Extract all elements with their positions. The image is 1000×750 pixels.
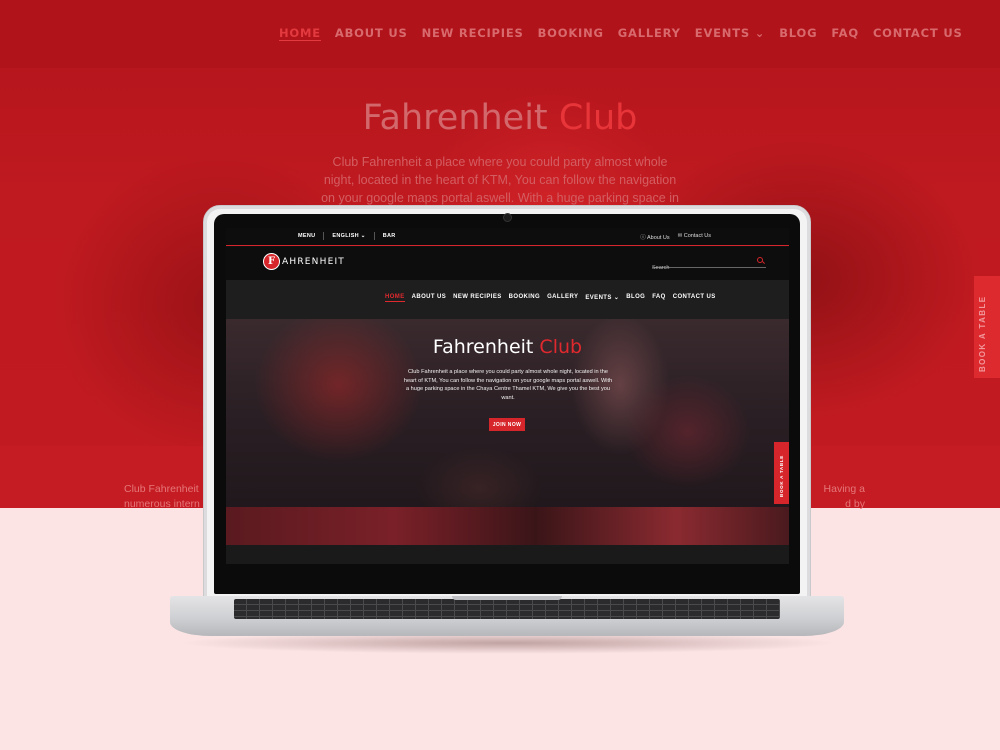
background-text-left: Club Fahrenheit numerous intern [124,483,200,510]
site-logo[interactable]: F AHRENHEIT [263,253,345,270]
book-table-tab[interactable]: BOOK A TABLE [774,442,789,504]
background-menu: HOME ABOUT US NEW RECIPIES BOOKING GALLE… [279,26,963,41]
logo-badge-icon: F [263,253,280,270]
bg-menu-gallery: GALLERY [617,26,681,40]
laptop-screen: MENU ENGLISH ⌄ BAR ⓘ About Us ✉ Contact … [226,228,789,564]
language-dropdown[interactable]: ENGLISH ⌄ [332,233,365,240]
bg-menu-blog: BLOG [779,26,818,40]
background-book-table-tab: BOOK A TABLE [974,276,1000,378]
footer-strip [226,545,789,564]
join-now-button[interactable]: JOIN NOW [489,418,525,431]
topbar-contact-link[interactable]: ✉ Contact Us [678,233,711,241]
divider [323,232,325,240]
nav-item-faq[interactable]: FAQ [652,294,666,302]
bg-menu-faq: FAQ [831,26,859,40]
search-input[interactable] [652,263,752,273]
book-table-label: BOOK A TABLE [779,455,784,497]
bg-title-part1: Fahrenheit [362,98,548,138]
camera-icon [503,213,512,222]
nav-item-new-recipies[interactable]: NEW RECIPIES [453,294,501,302]
bg-menu-booking: BOOKING [537,26,604,40]
topbar-bar-link[interactable]: BAR [383,233,396,240]
search-icon[interactable] [757,257,763,263]
laptop-notch [452,596,562,600]
mail-icon: ✉ [677,233,683,239]
bg-menu-home: HOME [279,26,321,41]
hero-description: Club Fahrenheit a place where you could … [403,369,613,401]
nav-item-home[interactable]: HOME [385,294,405,302]
bg-book-tab-label: BOOK A TABLE [978,295,987,373]
bg-menu-contact: CONTACT US [872,26,963,40]
background-navbar: HOME ABOUT US NEW RECIPIES BOOKING GALLE… [0,0,1000,68]
background-title: Fahrenheit Club [0,98,1000,138]
background-text-right: Having a d by [823,483,865,510]
logo-text: AHRENHEIT [282,256,346,267]
bg-menu-recipies: NEW RECIPIES [421,26,524,40]
bg-menu-about: ABOUT US [334,26,408,40]
search-box [652,256,766,273]
nav-item-events[interactable]: EVENTS ⌄ [585,294,619,302]
site-header: F AHRENHEIT [226,247,789,280]
hero-title: Fahrenheit Club [226,336,789,358]
divider [373,232,375,240]
nav-item-blog[interactable]: BLOG [626,294,645,302]
keyboard [234,599,780,619]
topbar-menu-link[interactable]: MENU [298,233,315,240]
main-navbar: HOME ABOUT US NEW RECIPIES BOOKING GALLE… [226,280,789,319]
topbar-about-label: About Us [647,235,670,241]
gallery-strip [226,507,789,545]
main-nav: HOME ABOUT US NEW RECIPIES BOOKING GALLE… [385,294,716,302]
top-utility-bar: MENU ENGLISH ⌄ BAR ⓘ About Us ✉ Contact … [226,228,789,246]
nav-item-contact-us[interactable]: CONTACT US [673,294,716,302]
topbar-about-link[interactable]: ⓘ About Us [640,233,669,241]
nav-item-about-us[interactable]: ABOUT US [412,294,447,302]
nav-item-gallery[interactable]: GALLERY [547,294,578,302]
nav-item-booking[interactable]: BOOKING [509,294,540,302]
info-icon: ⓘ [640,235,646,241]
hero-title-part1: Fahrenheit [432,336,534,358]
bg-menu-events: EVENTS ⌄ [694,26,766,40]
topbar-contact-label: Contact Us [683,233,711,239]
bg-title-part2: Club [558,98,638,138]
hero-title-part2: Club [539,336,583,358]
